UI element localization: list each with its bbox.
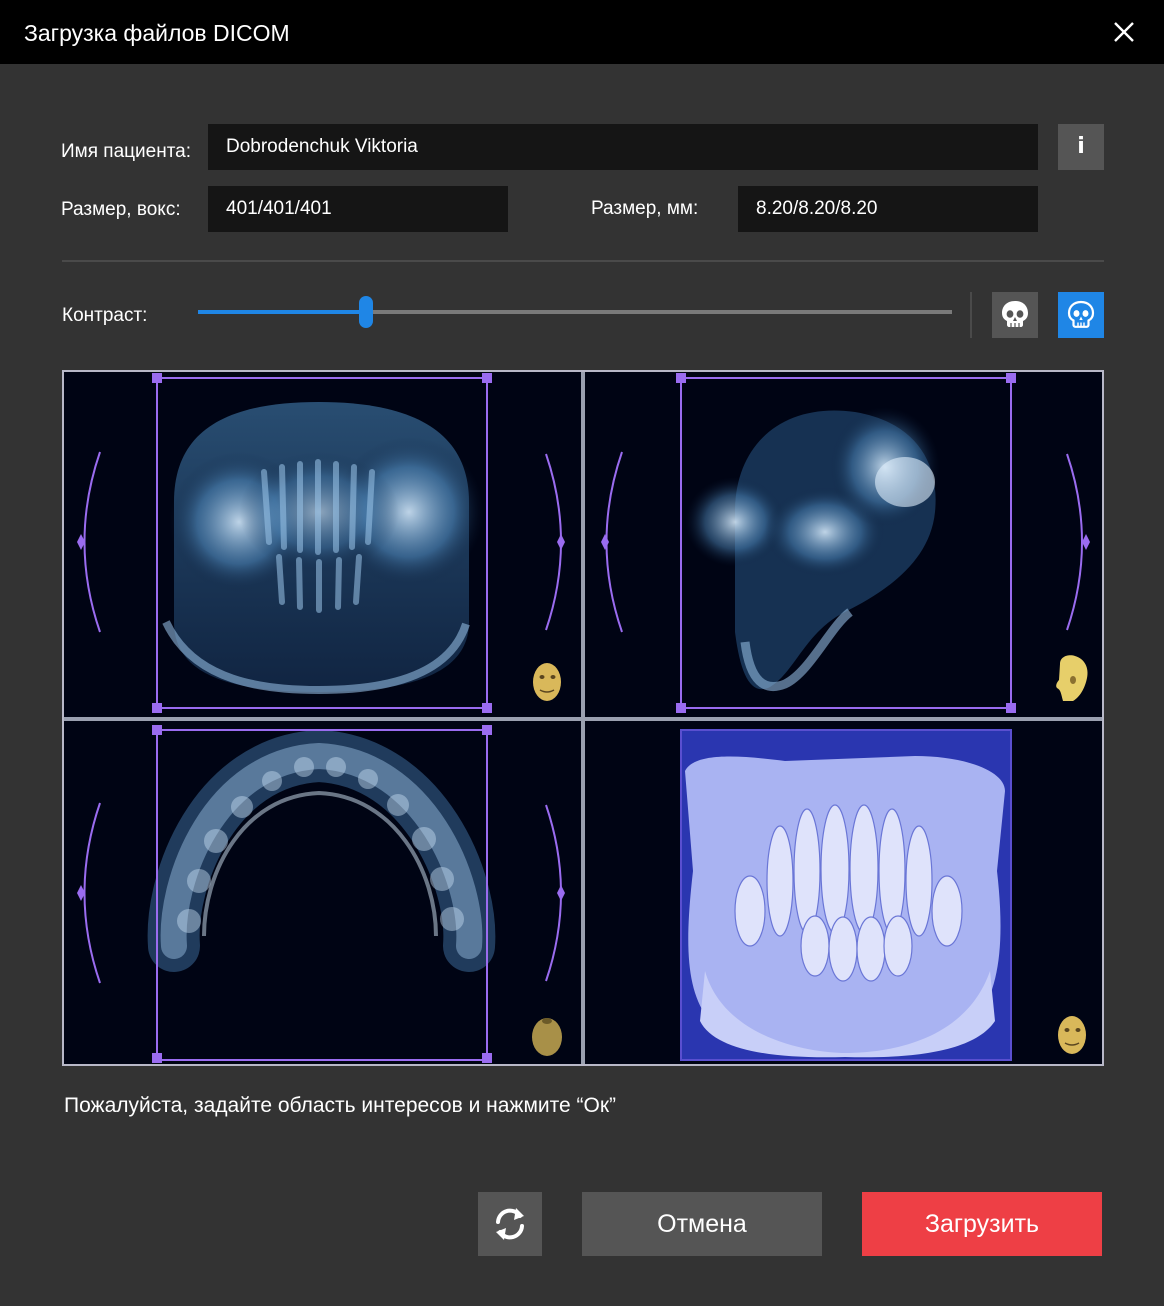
lateral-view[interactable] bbox=[585, 372, 1102, 717]
cancel-button[interactable]: Отмена bbox=[582, 1192, 822, 1256]
dicom-viewer bbox=[62, 370, 1104, 1066]
skull-soft-button[interactable] bbox=[1058, 292, 1104, 338]
axial-view[interactable] bbox=[64, 721, 581, 1064]
title-bar: Загрузка файлов DICOM bbox=[0, 0, 1164, 64]
slider-fill bbox=[198, 310, 366, 314]
head-front-icon bbox=[533, 663, 561, 701]
contrast-label: Контраст: bbox=[62, 305, 148, 326]
head-front-icon bbox=[1058, 1016, 1086, 1054]
refresh-icon bbox=[496, 1208, 524, 1240]
skull-icon bbox=[1002, 301, 1028, 327]
refresh-button[interactable] bbox=[478, 1192, 542, 1256]
skull-outline-icon bbox=[1067, 300, 1095, 328]
load-button[interactable]: Загрузить bbox=[862, 1192, 1102, 1256]
patient-name-field[interactable]: Dobrodenchuk Viktoria bbox=[208, 124, 1038, 170]
toolbar-separator bbox=[970, 292, 972, 338]
frontal-view[interactable] bbox=[64, 372, 581, 717]
render-3d-view[interactable] bbox=[585, 721, 1102, 1064]
close-icon[interactable] bbox=[1106, 14, 1142, 50]
skull-bone-button[interactable] bbox=[992, 292, 1038, 338]
head-side-icon bbox=[1056, 655, 1088, 701]
window-title: Загрузка файлов DICOM bbox=[24, 20, 290, 46]
info-button[interactable]: i bbox=[1058, 124, 1104, 170]
slider-thumb[interactable] bbox=[359, 296, 373, 328]
patient-name-label: Имя пациента: bbox=[61, 141, 192, 162]
mm-size-field[interactable]: 8.20/8.20/8.20 bbox=[738, 186, 1038, 232]
divider bbox=[62, 260, 1104, 262]
mm-size-label: Размер, мм: bbox=[591, 198, 699, 219]
head-top-icon bbox=[532, 1018, 562, 1056]
instruction-message: Пожалуйста, задайте область интересов и … bbox=[64, 1094, 617, 1117]
voxel-size-field[interactable]: 401/401/401 bbox=[208, 186, 508, 232]
voxel-size-label: Размер, вокс: bbox=[61, 199, 181, 220]
